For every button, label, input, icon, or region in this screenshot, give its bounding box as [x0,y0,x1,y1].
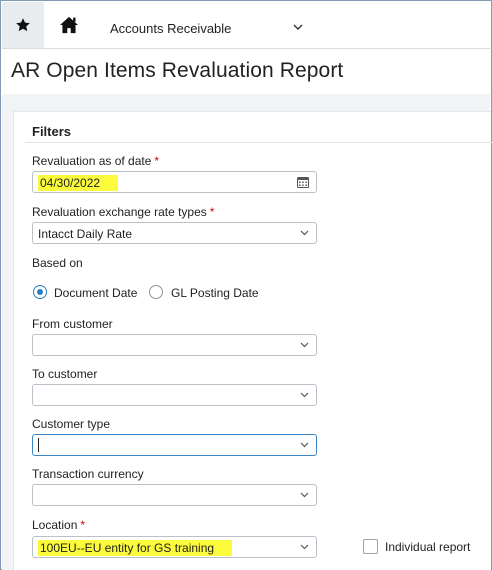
gl-posting-date-radio[interactable] [149,285,163,299]
chevron-down-icon [300,492,309,498]
customer-type-label: Customer type [32,417,111,431]
filters-heading: Filters [32,124,72,139]
text-cursor [38,438,39,452]
from-customer-label: From customer [32,317,113,331]
chevron-down-icon [300,544,309,550]
star-icon [16,18,30,32]
calendar-icon[interactable] [297,176,309,188]
location-value: 100EU--EU entity for GS training [38,540,233,556]
divider [25,142,492,143]
revaluation-date-value: 04/30/2022 [38,175,119,191]
gl-posting-date-label[interactable]: GL Posting Date [171,286,259,300]
based-on-label: Based on [32,256,83,270]
document-date-label[interactable]: Document Date [54,286,137,300]
location-select[interactable]: 100EU--EU entity for GS training [32,536,317,558]
chevron-down-icon [300,442,309,448]
document-date-radio[interactable] [33,285,47,299]
chevron-down-icon [300,230,309,236]
transaction-currency-label: Transaction currency [32,467,144,481]
favorites-button[interactable] [2,2,44,48]
required-marker: * [154,154,160,168]
rate-types-value: Intacct Daily Rate [38,227,133,241]
to-customer-select[interactable] [32,384,317,406]
module-menu-label[interactable]: Accounts Receivable [110,21,231,36]
required-marker: * [80,518,86,532]
to-customer-label: To customer [32,367,98,381]
rate-types-label: Revaluation exchange rate types * [32,205,215,219]
from-customer-select[interactable] [32,334,317,356]
customer-type-select[interactable] [32,434,317,456]
chevron-down-icon [300,342,309,348]
home-icon [60,16,78,34]
revaluation-date-field[interactable]: 04/30/2022 [32,171,317,193]
chevron-down-icon [300,392,309,398]
top-nav: Accounts Receivable [2,2,490,49]
location-label: Location * [32,518,86,532]
chevron-down-icon[interactable] [292,22,304,32]
app-window: Accounts Receivable AR Open Items Revalu… [0,0,492,570]
filters-panel: Filters Revaluation as of date * 04/30/20… [13,111,492,570]
rate-types-select[interactable]: Intacct Daily Rate [32,222,317,244]
required-marker: * [209,205,215,219]
home-button[interactable] [50,2,88,48]
individual-report-checkbox[interactable] [363,539,378,554]
page-title: AR Open Items Revaluation Report [11,59,344,82]
revaluation-date-label: Revaluation as of date * [32,154,160,168]
individual-report-label[interactable]: Individual report [385,540,470,554]
transaction-currency-select[interactable] [32,484,317,506]
